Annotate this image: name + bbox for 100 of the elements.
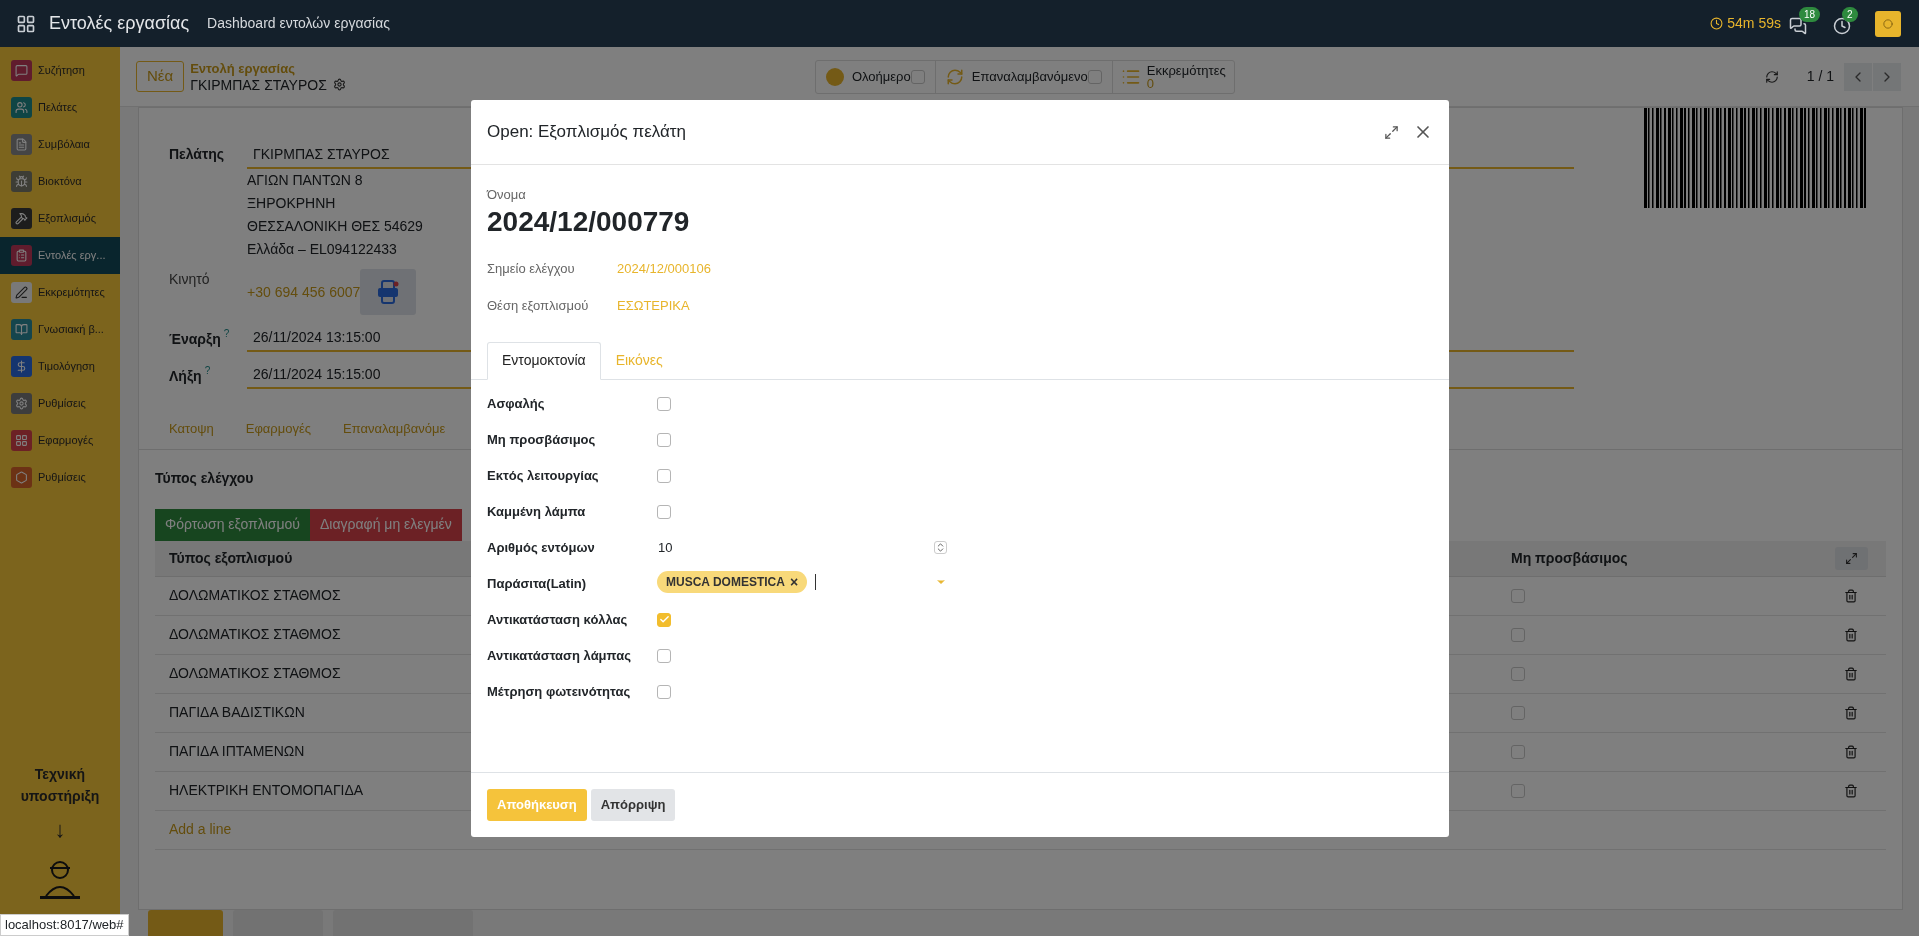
messages-icon[interactable]: [1789, 16, 1807, 35]
settings-icon[interactable]: [332, 78, 346, 91]
arrow-glyph: ↓: [53, 816, 67, 844]
address-line: ΘΕΣΣΑΛΟΝΙΚΗ ΘΕΣ 54629: [247, 217, 423, 236]
pending-stat[interactable]: Εκκρεμότητες 0: [1112, 60, 1234, 93]
breadcrumb-link[interactable]: Εντολή εργασίας: [190, 60, 346, 77]
table-cell: ΠΑΓΙΔΑ ΙΠΤΑΜΕΝΩΝ: [169, 743, 305, 759]
clock-icon[interactable]: [1710, 17, 1724, 30]
toggle-option[interactable]: Ολοήμερο: [815, 60, 936, 93]
checkbox[interactable]: [657, 504, 671, 519]
checkbox[interactable]: [1087, 69, 1102, 84]
support-label: Τεχνική υποστήριξη: [19, 765, 101, 806]
sidebar-item[interactable]: Εξοπλισμός: [0, 200, 120, 237]
checkbox[interactable]: [1511, 666, 1525, 681]
delete-icon[interactable]: [1844, 783, 1858, 798]
sms-button[interactable]: [360, 269, 417, 315]
field-label: Όνομα: [487, 186, 527, 204]
delete-icon[interactable]: [1844, 666, 1858, 681]
column-header[interactable]: Μη προσβάσιμος: [1511, 547, 1816, 569]
checkbox[interactable]: [657, 648, 671, 663]
table-cell: ΗΛΕΚΤΡΙΚΗ ΕΝΤΟΜΟΠΑΓΙΔΑ: [169, 782, 364, 798]
sidebar-item[interactable]: Συμβόλαια: [0, 126, 120, 163]
field-label: Αντικατάσταση κόλλας: [487, 610, 629, 629]
delete-icon[interactable]: [1844, 588, 1858, 603]
checkbox[interactable]: [1511, 588, 1525, 603]
timer-text[interactable]: 54m 59s: [1727, 13, 1781, 34]
dialog-title: Open: Εξοπλισμός πελάτη: [487, 121, 687, 144]
form-tab[interactable]: Κατοψη: [169, 419, 214, 439]
document-icon: [11, 134, 32, 155]
clipboard-icon: [11, 245, 32, 266]
form-tab[interactable]: Εφαρμογές: [245, 419, 311, 439]
checkbox[interactable]: [657, 432, 671, 447]
discard-button[interactable]: Απόρριψη: [590, 789, 676, 821]
help-mark: ?: [204, 364, 211, 378]
tags-field[interactable]: MUSCA DOMESTICA ×: [657, 571, 947, 593]
save-button[interactable]: Αποθήκευση: [487, 789, 587, 821]
spinner-icon[interactable]: [934, 541, 947, 554]
delete-unchecked-button[interactable]: Διαγραφή μη ελεγμέν: [309, 508, 462, 541]
book-icon: [11, 319, 32, 340]
sidebar-item[interactable]: Ρυθμίσεις: [0, 459, 120, 496]
checkbox[interactable]: [657, 468, 671, 483]
previous-button[interactable]: [1844, 62, 1872, 91]
field-label: Θέση εξοπλισμού: [487, 297, 590, 315]
field-link[interactable]: 2024/12/000106: [617, 258, 711, 278]
apps-icon: [11, 430, 32, 451]
checkbox[interactable]: [1511, 627, 1525, 642]
load-equipment-button[interactable]: Φόρτωση εξοπλισμού: [155, 508, 310, 541]
count-badge: 18: [1799, 6, 1821, 22]
checkbox[interactable]: [1511, 783, 1525, 798]
sidebar-item[interactable]: Τιμολόγηση: [0, 348, 120, 385]
menu-item[interactable]: Dashboard εντολών εργασίας: [207, 13, 391, 34]
sidebar-item[interactable]: Εντολές εργ...: [0, 237, 120, 274]
sidebar-item[interactable]: Γνωσιακή β...: [0, 311, 120, 348]
new-button[interactable]: Νέα: [136, 61, 185, 92]
sidebar-item[interactable]: Συζήτηση: [0, 52, 120, 89]
field-label: Καμμένη λάμπα: [487, 502, 587, 521]
delete-icon[interactable]: [1844, 627, 1858, 642]
add-line-link[interactable]: Add a line: [155, 819, 232, 840]
record-name: 2024/12/000779: [487, 204, 691, 239]
delete-icon[interactable]: [1844, 705, 1858, 720]
field-label: Μη προσβάσιμος: [487, 430, 597, 449]
dialog-tab[interactable]: Εντομοκτονία: [487, 341, 601, 380]
chat-icon: [11, 60, 32, 81]
delete-icon[interactable]: [1844, 744, 1858, 759]
checkbox[interactable]: [657, 396, 671, 411]
activity-icon[interactable]: [1833, 16, 1851, 35]
table-cell: ΔΟΛΩΜΑΤΙΚΟΣ ΣΤΑΘΜΟΣ: [169, 587, 341, 603]
sidebar-item[interactable]: Εκκρεμότητες: [0, 274, 120, 311]
app-title[interactable]: Εντολές εργασίας: [49, 10, 190, 37]
checkbox[interactable]: [910, 69, 925, 84]
sidebar-item[interactable]: Ρυθμίσεις: [0, 385, 120, 422]
help-mark: ?: [223, 327, 230, 341]
sidebar-item[interactable]: Πελάτες: [0, 89, 120, 126]
checkbox[interactable]: [657, 684, 671, 699]
checkbox[interactable]: [657, 612, 671, 627]
sidebar-item[interactable]: Βιοκτόνα: [0, 163, 120, 200]
checkbox[interactable]: [1511, 744, 1525, 759]
sidebar-item[interactable]: Εφαρμογές: [0, 422, 120, 459]
status-url: localhost:8017/web#: [0, 914, 129, 936]
apps-menu-icon[interactable]: [16, 13, 36, 34]
field-label: Λήξη: [169, 367, 202, 386]
tag-chip: MUSCA DOMESTICA ×: [657, 571, 808, 593]
expand-button[interactable]: [1834, 546, 1868, 570]
toggle-option[interactable]: Επαναλαμβανόμενο: [935, 60, 1113, 93]
refresh-icon[interactable]: [1764, 69, 1779, 84]
number-field[interactable]: 10: [657, 537, 947, 558]
field-label: Παράσιτα(Latin): [487, 574, 588, 593]
expand-icon[interactable]: [1384, 124, 1399, 140]
dialog-tab[interactable]: Εικόνες: [600, 341, 678, 380]
user-avatar[interactable]: [1875, 10, 1901, 37]
table-cell: ΠΑΓΙΔΑ ΒΑΔΙΣΤΙΚΩΝ: [169, 704, 305, 720]
phone-link[interactable]: +30 694 456 6007: [247, 281, 361, 303]
next-button[interactable]: [1873, 62, 1901, 91]
checkbox[interactable]: [1511, 705, 1525, 720]
expand-icon: [1844, 551, 1858, 565]
form-tab[interactable]: Επαναλαμβανόμε: [343, 419, 446, 439]
pen-icon: [11, 282, 32, 303]
remove-tag-glyph[interactable]: ×: [789, 571, 799, 593]
field-link[interactable]: ΕΣΩΤΕΡΙΚΑ: [617, 296, 690, 316]
table-cell: ΔΟΛΩΜΑΤΙΚΟΣ ΣΤΑΘΜΟΣ: [169, 626, 341, 642]
